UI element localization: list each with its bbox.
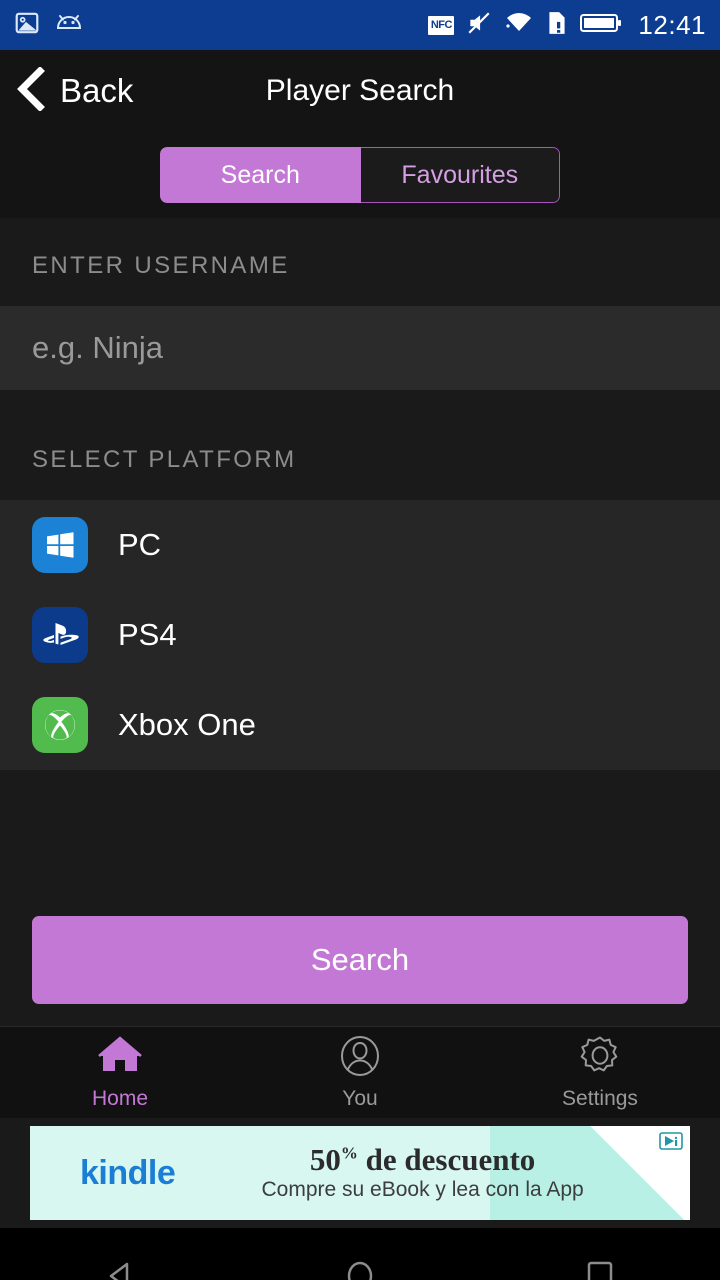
nav-label-settings: Settings (562, 1086, 638, 1110)
xbox-icon (32, 697, 88, 753)
search-button[interactable]: Search (32, 916, 688, 1004)
username-section-header: ENTER USERNAME (0, 218, 720, 306)
tab-bar: Search Favourites (0, 132, 720, 218)
volume-muted-icon (466, 10, 492, 41)
chevron-left-icon (16, 65, 46, 116)
search-button-gap (0, 1004, 720, 1026)
platform-label-xbox: Xbox One (118, 707, 256, 742)
bottom-nav: Home You Settings (0, 1026, 720, 1118)
home-icon (97, 1035, 143, 1082)
username-input-row[interactable]: e.g. Ninja (0, 306, 720, 390)
nfc-icon: NFC (428, 15, 455, 35)
android-robot-icon (54, 13, 84, 38)
status-bar-left-icons (14, 10, 84, 41)
search-button-area: Search (0, 874, 720, 1004)
windows-icon (32, 517, 88, 573)
section-gap (0, 390, 720, 438)
nav-item-home[interactable]: Home (0, 1035, 240, 1111)
phone-screen: NFC 12:41 Back Player Search Search Favo… (0, 0, 720, 1280)
tab-search[interactable]: Search (160, 147, 361, 203)
back-button-label: Back (60, 72, 134, 109)
screenshot-icon (14, 10, 40, 41)
gear-icon (578, 1035, 622, 1082)
status-bar-right-icons: NFC 12:41 (428, 10, 706, 41)
username-input[interactable]: e.g. Ninja (32, 330, 163, 366)
android-home-button[interactable] (300, 1256, 420, 1280)
back-button[interactable]: Back (0, 65, 134, 116)
title-bar: Back Player Search (0, 50, 720, 132)
platform-row-ps4[interactable]: PS4 (0, 590, 720, 680)
ad-band: kindle 50% de descuento Compre su eBook … (0, 1118, 720, 1228)
platform-row-pc[interactable]: PC (0, 500, 720, 590)
platform-list: PC PS4 Xbox One (0, 500, 720, 770)
tab-favourites[interactable]: Favourites (360, 147, 560, 203)
ad-headline-rest: de descuento (357, 1141, 536, 1177)
platform-label-ps4: PS4 (118, 617, 177, 652)
playstation-icon (32, 607, 88, 663)
adchoices-icon[interactable] (656, 1129, 686, 1160)
ad-headline: 50% de descuento (175, 1141, 670, 1177)
android-navigation-bar (0, 1228, 720, 1280)
status-bar-clock: 12:41 (638, 9, 706, 40)
android-back-button[interactable] (60, 1256, 180, 1280)
content-gap (0, 770, 720, 874)
platform-section-header: SELECT PLATFORM (0, 438, 720, 500)
platform-label-pc: PC (118, 527, 162, 562)
ad-subtitle: Compre su eBook y lea con la App (261, 1178, 584, 1202)
nav-label-you: You (342, 1086, 378, 1110)
platform-row-xbox[interactable]: Xbox One (0, 680, 720, 770)
ad-banner[interactable]: kindle 50% de descuento Compre su eBook … (30, 1126, 690, 1220)
ad-headline-number: 50 (309, 1141, 341, 1177)
sim-alert-icon (546, 10, 568, 41)
android-recents-button[interactable] (540, 1256, 660, 1280)
nav-label-home: Home (91, 1086, 149, 1110)
segmented-control: Search Favourites (160, 147, 560, 203)
wifi-icon (504, 11, 534, 40)
battery-full-icon (580, 12, 622, 39)
nav-item-you[interactable]: You (240, 1035, 480, 1111)
kindle-logo: kindle (80, 1153, 176, 1192)
ad-copy: 50% de descuento Compre su eBook y lea c… (175, 1141, 670, 1203)
status-bar: NFC 12:41 (0, 0, 720, 50)
person-icon (338, 1035, 382, 1082)
ad-headline-percent: % (340, 1143, 358, 1163)
nav-item-settings[interactable]: Settings (480, 1035, 720, 1111)
